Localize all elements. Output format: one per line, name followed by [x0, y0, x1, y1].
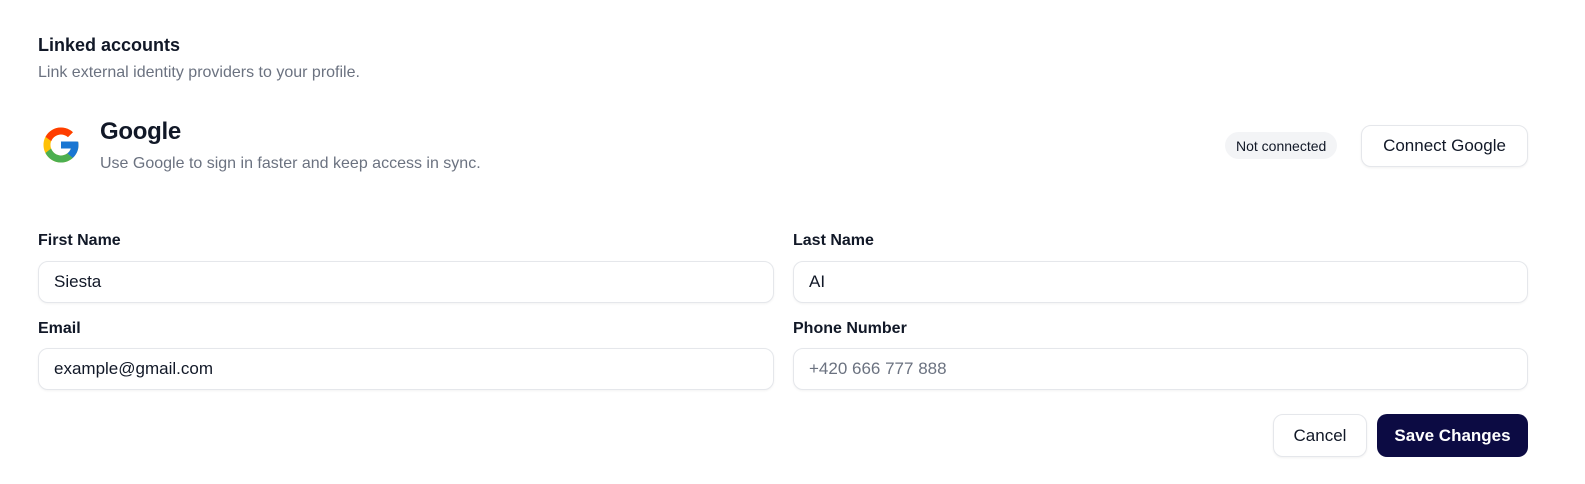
last-name-label: Last Name	[793, 232, 874, 249]
cancel-button[interactable]: Cancel	[1273, 414, 1367, 457]
first-name-label: First Name	[38, 232, 121, 249]
provider-description: Use Google to sign in faster and keep ac…	[100, 155, 481, 172]
save-changes-button[interactable]: Save Changes	[1377, 414, 1528, 457]
linked-accounts-subtitle: Link external identity providers to your…	[38, 64, 360, 81]
connection-status-badge: Not connected	[1225, 132, 1338, 159]
linked-accounts-title: Linked accounts	[38, 35, 181, 55]
phone-number-input[interactable]	[793, 348, 1528, 390]
profile-settings-page: Linked accounts Link external identity p…	[0, 0, 1585, 484]
provider-name: Google	[100, 118, 181, 145]
google-icon	[43, 127, 79, 163]
phone-number-label: Phone Number	[793, 320, 907, 337]
first-name-input[interactable]	[38, 261, 774, 303]
connect-google-button[interactable]: Connect Google	[1361, 125, 1528, 167]
email-label: Email	[38, 320, 81, 337]
email-input[interactable]	[38, 348, 774, 390]
last-name-input[interactable]	[793, 261, 1528, 303]
